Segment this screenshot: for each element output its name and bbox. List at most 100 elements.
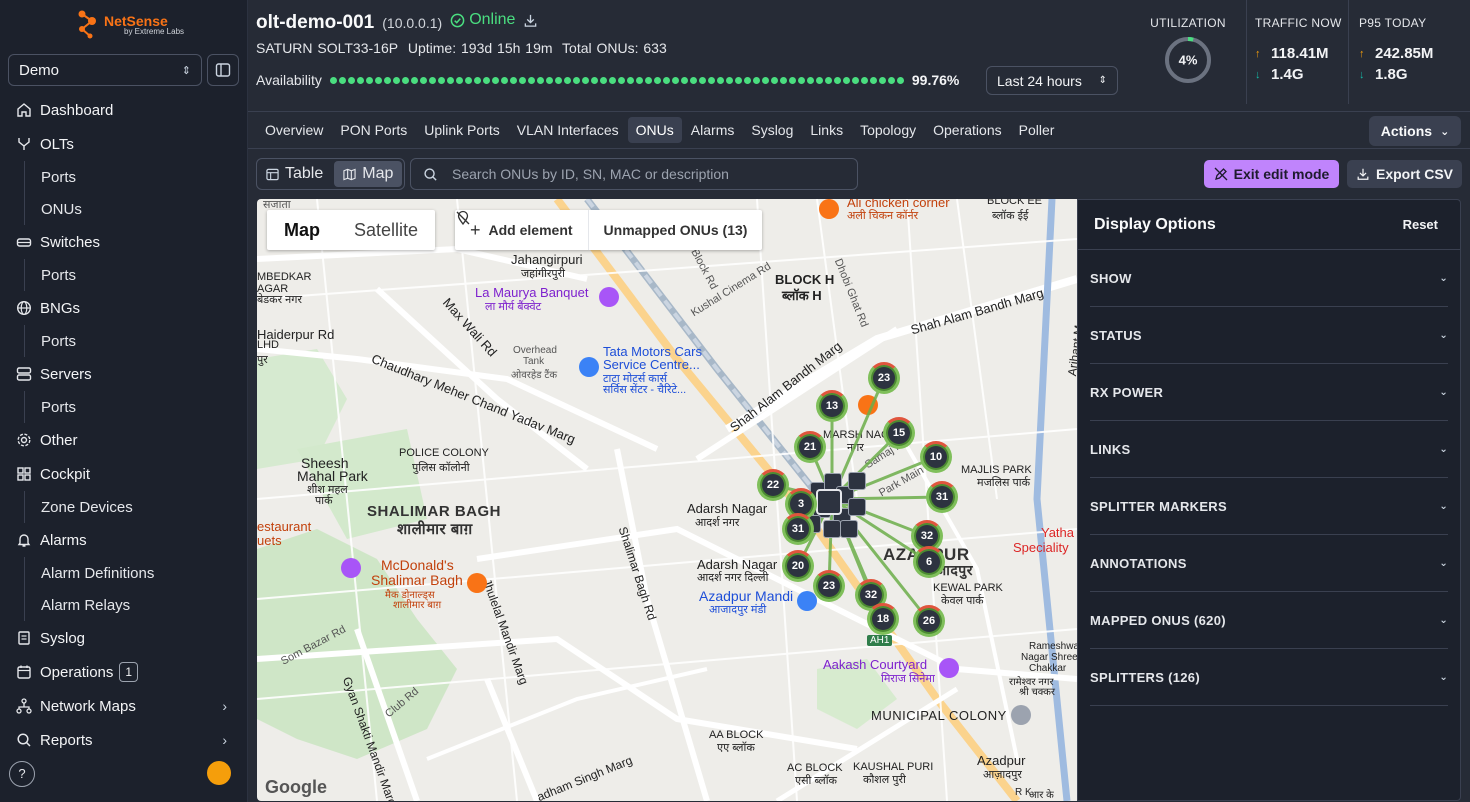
poi-pin-icon[interactable] (858, 395, 878, 415)
unmapped-onus-button[interactable]: Unmapped ONUs (13) (456, 210, 763, 250)
onu-cluster-marker[interactable]: 18 (867, 603, 899, 635)
map-view-button[interactable]: Map (334, 161, 403, 187)
help-button[interactable]: ? (9, 761, 35, 787)
tab-topology[interactable]: Topology (852, 117, 924, 143)
sidebar-sub-olts-ports[interactable]: Ports (0, 161, 247, 193)
user-avatar[interactable] (207, 761, 231, 785)
sidebar-item-cockpit[interactable]: Cockpit (0, 457, 247, 491)
olt-total-onus: Total ONUs: 633 (562, 40, 667, 56)
onu-cluster-marker[interactable]: 31 (926, 481, 958, 513)
poi-pin-icon[interactable] (467, 573, 487, 593)
poi-pin-icon[interactable] (599, 287, 619, 307)
section-status[interactable]: STATUS ⌄ (1090, 307, 1448, 364)
onu-cluster-marker[interactable]: 6 (913, 546, 945, 578)
map-label: ओवरहेड टैंक (511, 370, 558, 381)
splitter-marker[interactable] (840, 520, 858, 538)
tab-operations[interactable]: Operations (925, 117, 1009, 143)
sidebar-sub-switches-ports[interactable]: Ports (0, 259, 247, 291)
poi-pin-icon[interactable] (579, 357, 599, 377)
sidebar-item-switches[interactable]: Switches (0, 225, 247, 259)
onu-cluster-marker[interactable]: 22 (757, 469, 789, 501)
onu-cluster-marker[interactable]: 23 (813, 570, 845, 602)
map-type-satellite-button[interactable]: Satellite (337, 210, 435, 250)
sidebar-item-servers[interactable]: Servers (0, 357, 247, 391)
availability-dot (716, 76, 724, 84)
time-range-select[interactable]: Last 24 hours ⇕ (986, 66, 1118, 95)
availability-dot (617, 76, 625, 84)
availability-dot (437, 76, 445, 84)
sidebar-item-operations[interactable]: Operations 1 (0, 655, 247, 689)
olt-status-label: Online (469, 11, 516, 28)
sidebar-item-other[interactable]: Other (0, 423, 247, 457)
onu-cluster-marker[interactable]: 21 (794, 431, 826, 463)
tab-alarms[interactable]: Alarms (683, 117, 743, 143)
onu-cluster-marker[interactable]: 20 (782, 550, 814, 582)
tab-syslog[interactable]: Syslog (743, 117, 801, 143)
table-view-button[interactable]: Table (257, 159, 332, 189)
tab-links[interactable]: Links (802, 117, 851, 143)
sidebar-item-reports[interactable]: Reports › (0, 723, 247, 757)
olt-marker-icon[interactable] (816, 489, 842, 515)
chevron-down-icon: ⌄ (1439, 386, 1448, 398)
section-splitters[interactable]: SPLITTERS (126) ⌄ (1090, 649, 1448, 706)
poi-pin-icon[interactable] (341, 558, 361, 578)
tab-uplink-ports[interactable]: Uplink Ports (416, 117, 507, 143)
sidebar-item-network-maps[interactable]: Network Maps › (0, 689, 247, 723)
sidebar-sub-zone-devices[interactable]: Zone Devices (0, 491, 247, 523)
poi-pin-icon[interactable] (1011, 705, 1031, 725)
onu-cluster-marker[interactable]: 26 (913, 605, 945, 637)
tab-vlan-interfaces[interactable]: VLAN Interfaces (509, 117, 627, 143)
exit-edit-mode-button[interactable]: Exit edit mode (1204, 160, 1339, 188)
sidebar-item-syslog[interactable]: Syslog (0, 621, 247, 655)
search-icon (424, 167, 437, 181)
arrow-down-icon: ↓ (1255, 68, 1261, 81)
sidebar-item-bngs[interactable]: BNGs (0, 291, 247, 325)
brand-logo[interactable]: NetSense by Extreme Labs (76, 9, 184, 41)
olt-title: olt-demo-001 (10.0.0.1) Online (256, 11, 538, 34)
utilization-gauge: 4% (1165, 37, 1211, 83)
sidebar-item-alarms[interactable]: Alarms (0, 523, 247, 557)
onu-map[interactable]: Ali chicken corner अली चिकन कॉर्नर BLOCK… (257, 199, 1077, 801)
availability-dot (725, 76, 733, 84)
sidebar-sub-bngs-ports[interactable]: Ports (0, 325, 247, 357)
sidebar-item-dashboard[interactable]: Dashboard (0, 93, 247, 127)
availability-dot (671, 76, 679, 84)
splitter-marker[interactable] (848, 498, 866, 516)
add-element-button[interactable]: + Add element (455, 210, 588, 250)
sidebar-sub-servers-ports[interactable]: Ports (0, 391, 247, 423)
tab-onus[interactable]: ONUs (627, 117, 682, 143)
section-links[interactable]: LINKS ⌄ (1090, 421, 1448, 478)
poi-pin-icon[interactable] (819, 199, 839, 219)
section-splitter-markers[interactable]: SPLITTER MARKERS ⌄ (1090, 478, 1448, 535)
poi-pin-icon[interactable] (797, 591, 817, 611)
tab-pon-ports[interactable]: PON Ports (332, 117, 415, 143)
actions-button[interactable]: Actions ⌄ (1369, 116, 1461, 146)
map-type-map-button[interactable]: Map (267, 210, 337, 250)
onu-cluster-marker[interactable]: 13 (816, 390, 848, 422)
splitter-marker[interactable] (823, 520, 841, 538)
section-show[interactable]: SHOW ⌄ (1090, 250, 1448, 307)
section-rx-power[interactable]: RX POWER ⌄ (1090, 364, 1448, 421)
onu-cluster-marker[interactable]: 10 (920, 441, 952, 473)
map-pin-off-icon (456, 210, 470, 226)
tab-poller[interactable]: Poller (1011, 117, 1063, 143)
splitter-marker[interactable] (848, 472, 866, 490)
onu-cluster-marker[interactable]: 15 (883, 417, 915, 449)
onu-cluster-marker[interactable]: 23 (868, 362, 900, 394)
onu-cluster-marker[interactable]: 31 (782, 513, 814, 545)
sidebar-sub-alarm-definitions[interactable]: Alarm Definitions (0, 557, 247, 589)
org-select[interactable]: Demo ⇕ (8, 54, 202, 86)
section-mapped-onus[interactable]: MAPPED ONUS (620) ⌄ (1090, 592, 1448, 649)
section-annotations[interactable]: ANNOTATIONS ⌄ (1090, 535, 1448, 592)
sidebar-sub-olts-onus[interactable]: ONUs (0, 193, 247, 225)
sidebar-collapse-button[interactable] (207, 54, 239, 86)
reset-button[interactable]: Reset (1403, 217, 1444, 232)
poi-pin-icon[interactable] (939, 658, 959, 678)
sidebar-item-olts[interactable]: OLTs (0, 127, 247, 161)
sidebar-sub-alarm-relays[interactable]: Alarm Relays (0, 589, 247, 621)
tab-overview[interactable]: Overview (257, 117, 331, 143)
onu-search-input[interactable]: Search ONUs by ID, SN, MAC or descriptio… (410, 158, 858, 190)
export-csv-button[interactable]: Export CSV (1347, 160, 1462, 188)
download-icon[interactable] (523, 13, 538, 28)
availability-dot (806, 76, 814, 84)
